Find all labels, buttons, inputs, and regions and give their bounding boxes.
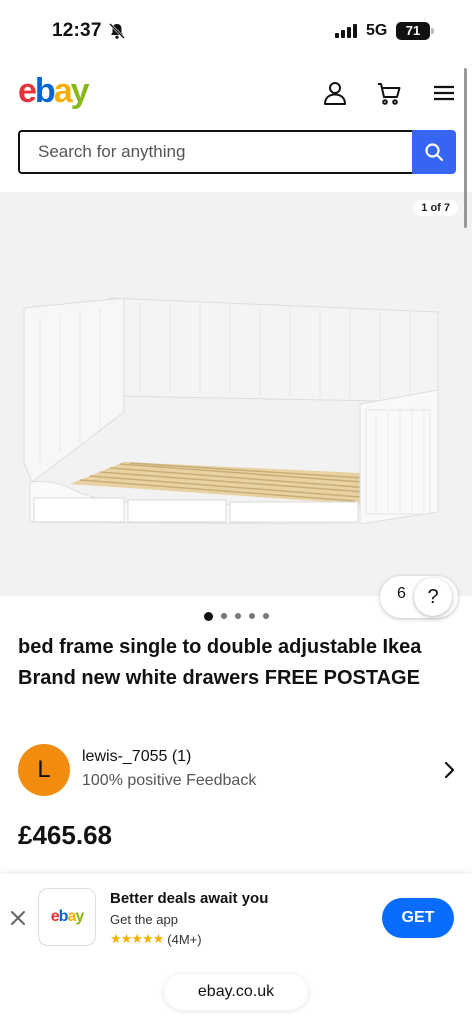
chevron-right-icon <box>444 761 455 779</box>
listing-price: £465.68 <box>18 820 112 850</box>
watch-count: 6 <box>397 585 406 602</box>
status-time: 12:37 <box>52 20 102 41</box>
product-image[interactable] <box>20 292 444 524</box>
pagination-dot[interactable] <box>203 611 213 621</box>
star-rating-icon: ★★★★★ <box>110 931 164 946</box>
status-bar: 12:37 5G 71 <box>0 0 472 62</box>
image-pagination <box>0 611 472 621</box>
network-type: 5G <box>366 22 388 39</box>
ebay-logo[interactable]: ebay <box>18 72 90 111</box>
search-button[interactable] <box>412 130 456 174</box>
search-input[interactable] <box>18 130 412 174</box>
app-rating: ★★★★★ (4M+) <box>110 931 202 947</box>
seller-card[interactable]: L lewis-_7055 (1) 100% positive Feedback <box>18 744 458 796</box>
banner-subtitle: Get the app <box>110 912 178 927</box>
image-gallery[interactable] <box>0 192 472 596</box>
get-app-button[interactable]: GET <box>382 898 454 938</box>
pagination-dot[interactable] <box>220 613 227 619</box>
cart-icon[interactable] <box>376 80 402 106</box>
site-header: ebay <box>0 62 472 126</box>
bell-muted-icon <box>109 23 125 39</box>
seller-feedback: 100% positive Feedback <box>82 772 257 789</box>
pagination-dot[interactable] <box>262 613 269 619</box>
search-bar <box>18 130 456 174</box>
scrollbar[interactable] <box>464 68 467 228</box>
banner-title: Better deals await you <box>110 890 269 907</box>
browser-url-bar[interactable]: ebay.co.uk <box>164 974 308 1010</box>
app-logo: ebay <box>38 888 96 946</box>
search-icon <box>425 143 444 162</box>
pagination-dot[interactable] <box>248 613 255 619</box>
help-button[interactable]: ? <box>414 578 452 616</box>
pagination-dot[interactable] <box>234 613 241 619</box>
close-icon[interactable] <box>8 908 28 928</box>
signal-icon <box>335 24 357 38</box>
seller-avatar: L <box>18 744 70 796</box>
battery-icon: 71 <box>396 22 434 40</box>
watch-button[interactable]: 6 ? <box>380 576 458 618</box>
rating-count: (4M+) <box>167 931 202 947</box>
listing-title: bed frame single to double adjustable Ik… <box>18 636 422 689</box>
user-icon[interactable] <box>322 80 348 106</box>
menu-icon[interactable] <box>432 80 458 106</box>
image-counter: 1 of 7 <box>413 200 458 216</box>
seller-name: lewis-_7055 (1) <box>82 748 192 765</box>
